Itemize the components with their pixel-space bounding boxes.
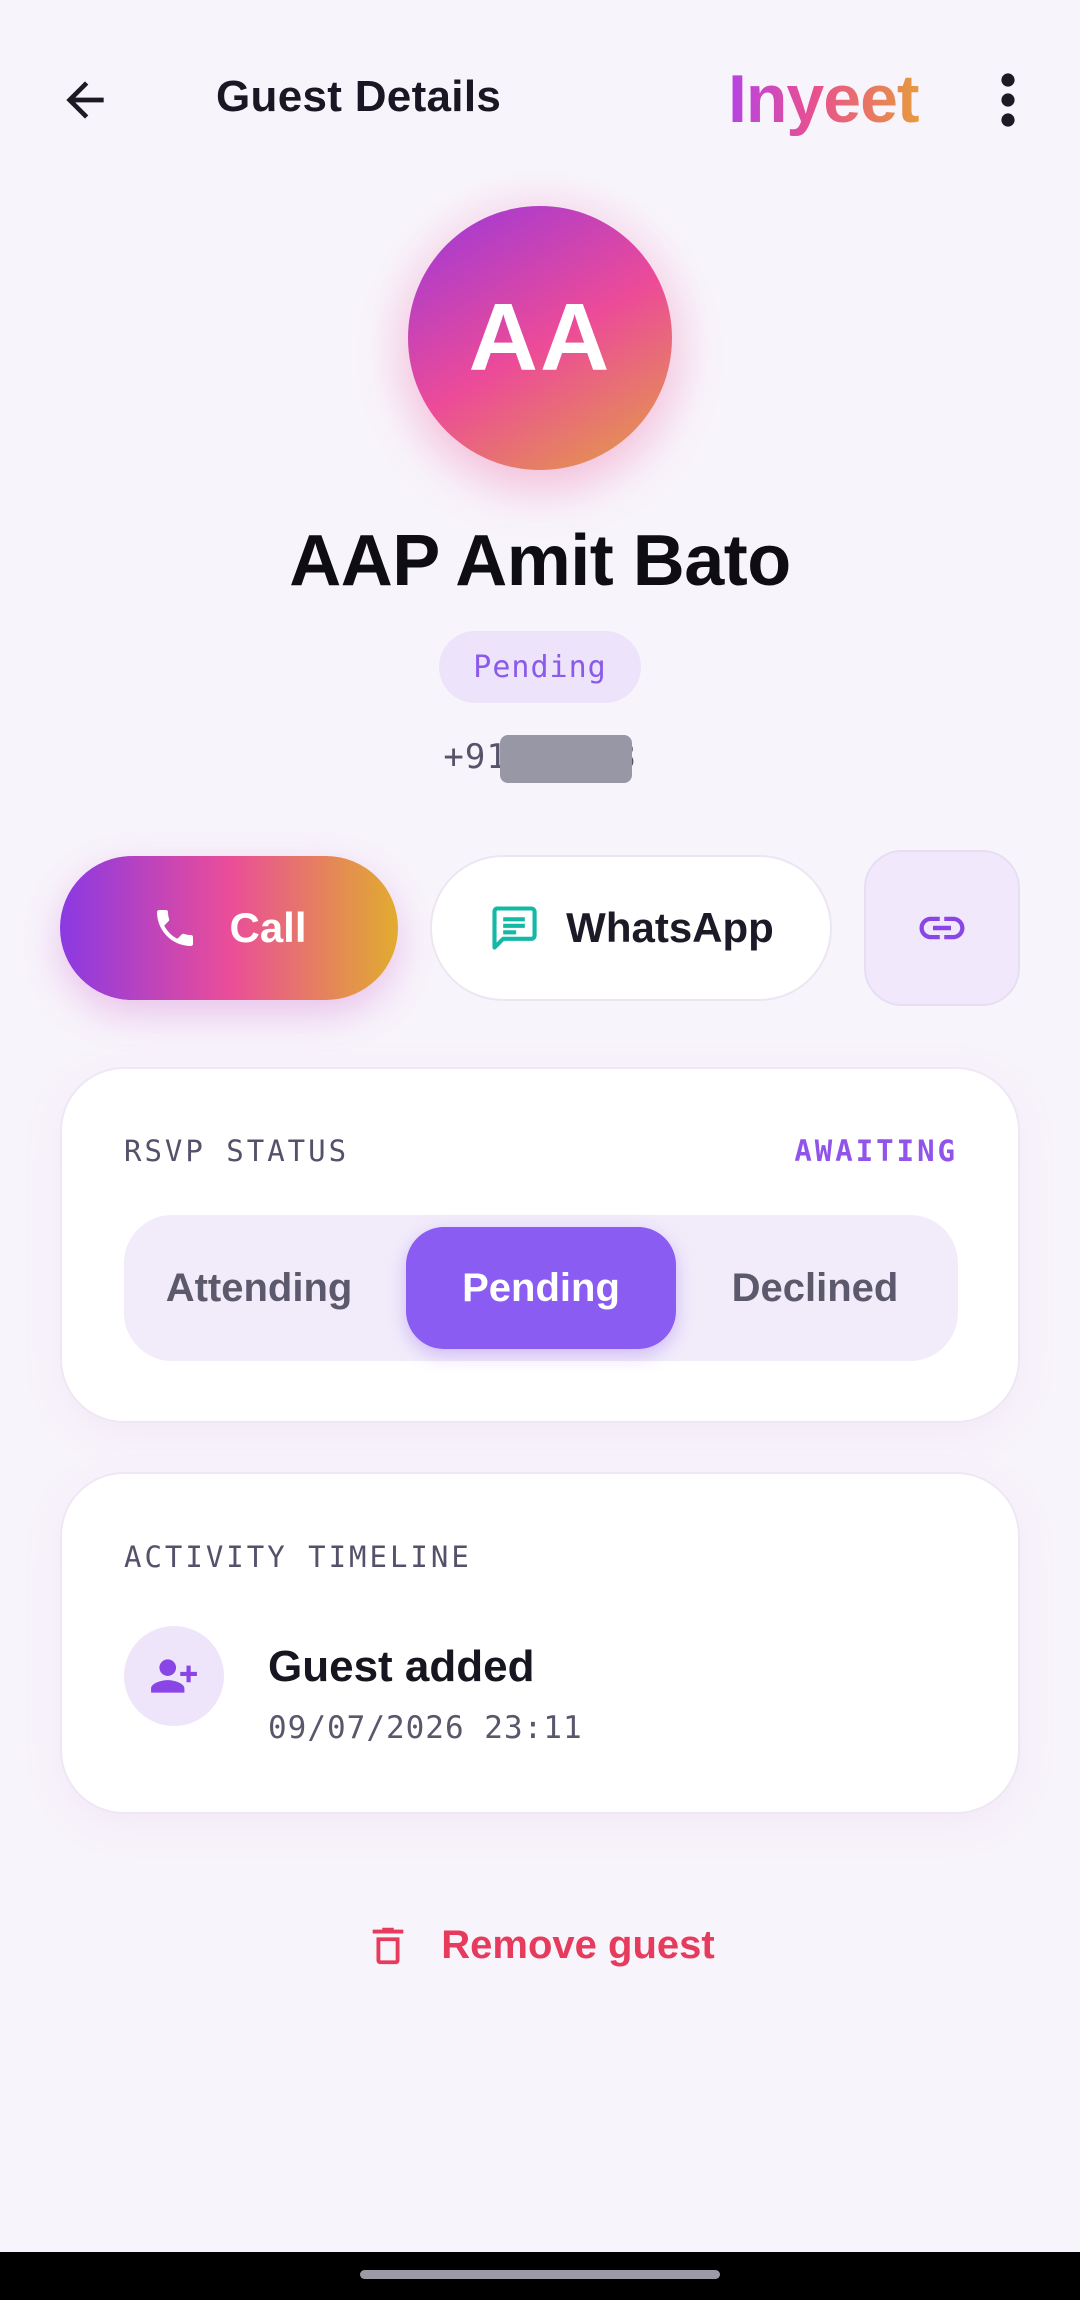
activity-timeline-card: ACTIVITY TIMELINE Guest added 09/07/2026… [60, 1472, 1020, 1814]
guest-details-screen: Guest Details Inyeet AA AAP Amit Bato Pe… [0, 0, 1080, 2300]
more-vertical-icon [1001, 73, 1015, 127]
guest-name: AAP Amit Bato [289, 521, 791, 601]
copy-link-button[interactable] [864, 850, 1020, 1006]
whatsapp-button[interactable]: WhatsApp [430, 855, 832, 1001]
phone-redaction [500, 735, 632, 783]
remove-guest-label: Remove guest [441, 1922, 715, 1967]
rsvp-option-pending[interactable]: Pending [406, 1227, 676, 1349]
status-badge: Pending [439, 631, 641, 703]
call-button[interactable]: Call [60, 856, 398, 1000]
top-app-bar: Guest Details Inyeet [0, 0, 1080, 190]
arrow-left-icon [66, 81, 104, 119]
page-title: Guest Details [216, 72, 502, 121]
rsvp-section-label: RSVP STATUS [124, 1134, 350, 1168]
brand-logo: Inyeet [728, 61, 920, 137]
more-options-button[interactable] [975, 60, 1041, 140]
avatar-initials: AA [468, 284, 612, 391]
rsvp-option-declined[interactable]: Declined [680, 1227, 950, 1349]
activity-section-label: ACTIVITY TIMELINE [124, 1540, 472, 1574]
timeline-item-icon [124, 1626, 224, 1726]
rsvp-segmented-control: Attending Pending Declined [124, 1215, 958, 1361]
back-button[interactable] [40, 55, 130, 145]
gesture-handle[interactable] [360, 2270, 720, 2279]
chat-message-icon [492, 906, 537, 950]
rsvp-state-label: AWAITING [794, 1134, 958, 1168]
trash-icon [372, 1927, 404, 1965]
person-add-icon [151, 1659, 197, 1693]
link-icon [919, 916, 965, 940]
remove-guest-button[interactable]: Remove guest [350, 1905, 730, 1985]
rsvp-option-attending[interactable]: Attending [124, 1227, 394, 1349]
timeline-item-timestamp: 09/07/2026 23:11 [268, 1710, 583, 1746]
avatar: AA [408, 206, 672, 470]
status-badge-label: Pending [473, 649, 607, 685]
call-button-label: Call [229, 904, 307, 951]
phone-icon [157, 910, 194, 946]
whatsapp-button-label: WhatsApp [566, 904, 774, 951]
timeline-item-title: Guest added [268, 1642, 535, 1691]
rsvp-status-card: RSVP STATUS AWAITING Attending Pending D… [60, 1067, 1020, 1423]
